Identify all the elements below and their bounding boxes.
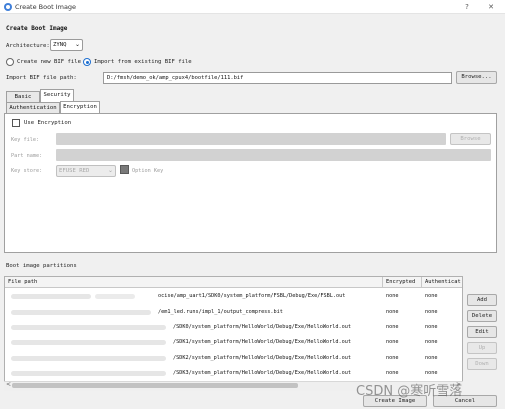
- use-encryption-label: Use Encryption: [24, 120, 72, 126]
- row-authentication: none: [425, 339, 438, 345]
- table-row[interactable]: ocise/amp_uart1/SDK0/system_platform/FSB…: [5, 289, 462, 304]
- table-row[interactable]: /SDK3/system_platform/HelloWorld/Debug/E…: [5, 366, 462, 381]
- color-swatch-icon[interactable]: [120, 165, 129, 174]
- row-encrypted: none: [386, 339, 399, 345]
- key-store-value: EFUSE RED: [59, 168, 90, 174]
- close-button[interactable]: ✕: [484, 1, 498, 13]
- move-up-button[interactable]: Up: [467, 342, 497, 354]
- import-bif-path-label: Import BIF file path:: [6, 75, 77, 81]
- column-authentication[interactable]: Authenticat: [422, 277, 462, 288]
- browse-bif-button[interactable]: Browse...: [456, 71, 497, 84]
- row-encrypted: none: [386, 324, 399, 330]
- chevron-down-icon: ⌄: [74, 41, 80, 48]
- delete-partition-button[interactable]: Delete: [467, 310, 497, 322]
- architecture-value: ZYNQ: [53, 42, 67, 48]
- dialog-heading: Create Boot Image: [6, 25, 68, 32]
- chevron-down-icon: ⌄: [107, 167, 113, 174]
- key-store-label: Key store:: [11, 168, 43, 174]
- redacted-path-segment: [11, 371, 166, 376]
- row-authentication: none: [425, 293, 438, 299]
- watermark: CSDN @寒听雪落: [356, 384, 463, 399]
- tab-encryption[interactable]: Encryption: [60, 101, 100, 113]
- row-authentication: none: [425, 324, 438, 330]
- key-file-browse-button[interactable]: Browse: [450, 133, 491, 145]
- option-key-label: Option Key: [132, 168, 164, 174]
- column-encrypted[interactable]: Encrypted: [383, 277, 422, 288]
- bif-path-input[interactable]: D:/fmsh/demo_ok/amp_cpux4/bootfile/111.b…: [103, 72, 452, 84]
- table-row[interactable]: /SDK0/system_platform/HelloWorld/Debug/E…: [5, 320, 462, 335]
- tab-basic[interactable]: Basic: [6, 91, 40, 102]
- key-file-label: Key file:: [11, 137, 40, 143]
- import-bif-radio[interactable]: [83, 58, 91, 66]
- create-new-bif-radio[interactable]: [6, 58, 14, 66]
- edit-partition-button[interactable]: Edit: [467, 326, 497, 338]
- architecture-select[interactable]: ZYNQ ⌄: [50, 39, 83, 51]
- part-name-input[interactable]: [56, 149, 491, 161]
- redacted-path-segment: [11, 325, 166, 330]
- window-title: Create Boot Image: [15, 3, 77, 11]
- row-authentication: none: [425, 370, 438, 376]
- part-name-label: Part name:: [11, 153, 43, 159]
- add-partition-button[interactable]: Add: [467, 294, 497, 306]
- row-file-path: /SDK0/system_platform/HelloWorld/Debug/E…: [173, 324, 352, 330]
- row-file-path: /SDK1/system_platform/HelloWorld/Debug/E…: [173, 339, 352, 345]
- key-file-input[interactable]: [56, 133, 446, 145]
- scroll-left-icon[interactable]: <: [6, 381, 11, 388]
- row-authentication: none: [425, 355, 438, 361]
- redacted-path-segment: [11, 294, 91, 299]
- row-encrypted: none: [386, 355, 399, 361]
- redacted-path-segment: [11, 356, 166, 361]
- table-row[interactable]: /em1_led.runs/impl_1/output_compress.bit…: [5, 305, 462, 320]
- help-button[interactable]: ?: [460, 1, 474, 13]
- import-bif-label: Import from existing BIF file: [94, 59, 192, 65]
- use-encryption-checkbox[interactable]: [12, 119, 20, 127]
- row-file-path: /em1_led.runs/impl_1/output_compress.bit: [158, 309, 283, 315]
- column-file-path[interactable]: File path: [5, 277, 383, 288]
- table-header: File path Encrypted Authenticat: [5, 277, 462, 288]
- tab-authentication[interactable]: Authentication: [6, 102, 60, 113]
- architecture-label: Architecture:: [6, 43, 50, 49]
- redacted-path-segment: [95, 294, 135, 299]
- row-encrypted: none: [386, 293, 399, 299]
- redacted-path-segment: [11, 310, 151, 315]
- table-row[interactable]: /SDK1/system_platform/HelloWorld/Debug/E…: [5, 335, 462, 350]
- row-encrypted: none: [386, 370, 399, 376]
- partitions-table: File path Encrypted Authenticat ocise/am…: [4, 276, 463, 391]
- partitions-section-label: Boot image partitions: [6, 263, 77, 269]
- move-down-button[interactable]: Down: [467, 358, 497, 370]
- row-file-path: /SDK2/system_platform/HelloWorld/Debug/E…: [173, 355, 352, 361]
- table-row[interactable]: /SDK2/system_platform/HelloWorld/Debug/E…: [5, 351, 462, 366]
- row-file-path: ocise/amp_uart1/SDK0/system_platform/FSB…: [158, 293, 346, 299]
- key-store-select[interactable]: EFUSE RED ⌄: [56, 165, 116, 177]
- app-icon: [4, 3, 12, 11]
- create-new-bif-label: Create new BIF file: [17, 59, 81, 65]
- row-authentication: none: [425, 309, 438, 315]
- redacted-path-segment: [11, 340, 166, 345]
- scrollbar-thumb[interactable]: [12, 383, 298, 388]
- row-encrypted: none: [386, 309, 399, 315]
- row-file-path: /SDK3/system_platform/HelloWorld/Debug/E…: [173, 370, 352, 376]
